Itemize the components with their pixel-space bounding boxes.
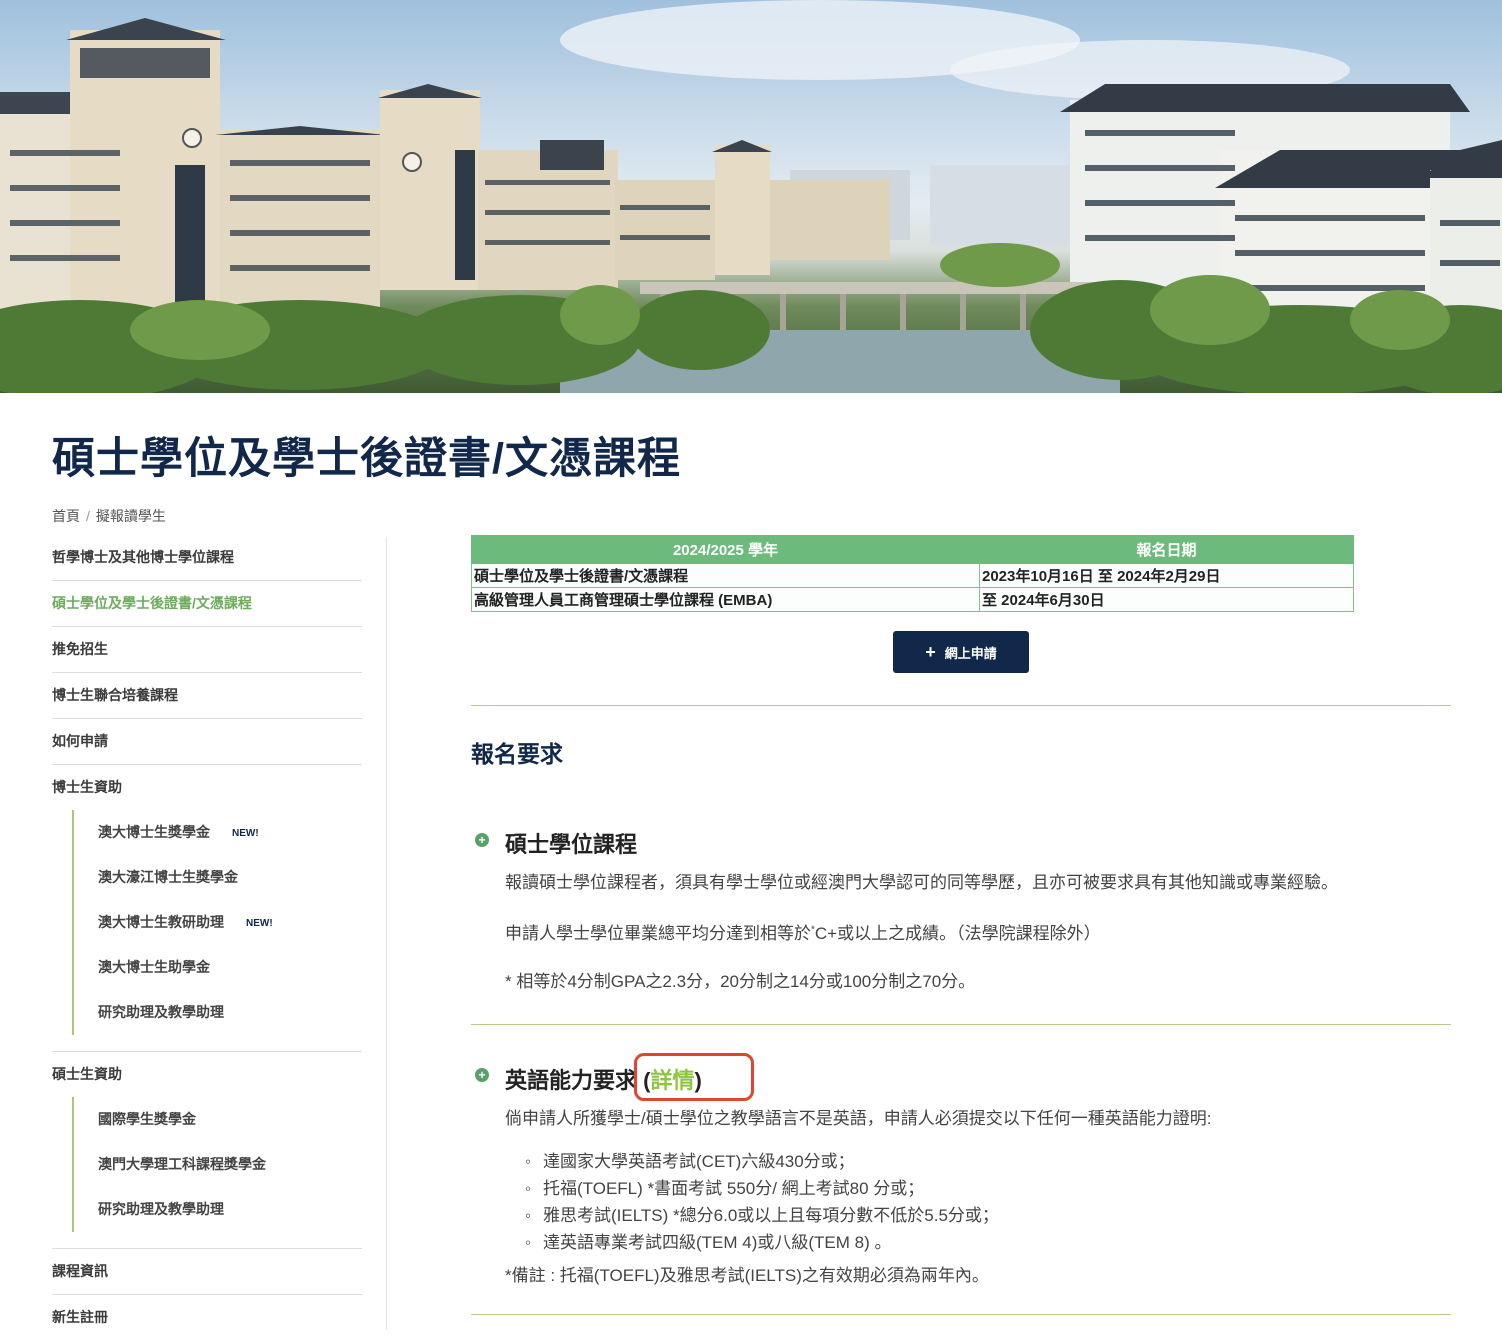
english-requirement-intro: 倘申請人所獲學士/碩士學位之教學語言不是英語，申請人必須提交以下任何一種英語能力… xyxy=(505,1109,1212,1128)
table-header-dates: 報名日期 xyxy=(979,535,1354,564)
list-item: 雅思考試(IELTS) *總分6.0或以上且每項分數不低於5.5分或； xyxy=(525,1202,999,1229)
sidebar-divider xyxy=(386,537,387,1330)
sidebar-item-phd-programs[interactable]: 哲學博士及其他博士學位課程 xyxy=(52,535,362,581)
sidebar-subitem-phd-scholarship[interactable]: 澳大博士生獎學金 NEW! xyxy=(98,810,362,855)
application-dates-table: 2024/2025 學年 報名日期 碩士學位及學士後證書/文憑課程 2023年1… xyxy=(471,535,1354,612)
page-title: 碩士學位及學士後證書/文憑課程 xyxy=(52,435,681,483)
list-item: 托福(TOEFL) *書面考試 550分/ 網上考試80 分或； xyxy=(525,1175,999,1202)
sidebar-subitem-macao-phd-scholarship[interactable]: 澳大濠江博士生獎學金 xyxy=(98,855,362,900)
list-item: 達國家大學英語考試(CET)六級430分或； xyxy=(525,1148,999,1175)
master-requirement-title: 碩士學位課程 xyxy=(505,832,638,857)
main-content: 2024/2025 學年 報名日期 碩士學位及學士後證書/文憑課程 2023年1… xyxy=(471,535,1451,1315)
sidebar-item-master-funding[interactable]: 碩士生資助 xyxy=(52,1052,362,1097)
requirements-heading: 報名要求 xyxy=(471,741,563,767)
new-badge: NEW! xyxy=(246,918,273,929)
campus-illustration xyxy=(0,0,1502,393)
online-apply-button[interactable]: + 網上申請 xyxy=(893,631,1029,673)
sidebar-nav: 哲學博士及其他博士學位課程 碩士學位及學士後證書/文憑課程 推免招生 博士生聯合… xyxy=(52,535,362,1340)
gpa-footnote: * 相等於4分制GPA之2.3分，20分制之14分或100分制之70分。 xyxy=(505,972,976,991)
new-badge: NEW! xyxy=(232,828,259,839)
table-header-row: 2024/2025 學年 報名日期 xyxy=(471,535,1354,564)
master-requirement-text-2: 申請人學士學位畢業總平均分達到相等於*C+或以上之成績。（法學院課程除外） xyxy=(505,919,1101,944)
table-cell-date: 至 2024年6月30日 xyxy=(979,587,1354,612)
sidebar-subitem-stem-scholarship[interactable]: 澳門大學理工科課程獎學金 xyxy=(98,1142,362,1187)
hero-banner xyxy=(0,0,1502,393)
table-header-year: 2024/2025 學年 xyxy=(471,535,980,564)
sidebar-subitem-international-scholarship[interactable]: 國際學生獎學金 xyxy=(98,1097,362,1142)
sidebar-subitem-phd-research-assistant[interactable]: 澳大博士生教研助理 NEW! xyxy=(98,900,362,945)
english-validity-note: *備註 : 托福(TOEFL)及雅思考試(IELTS)之有效期必須為兩年內。 xyxy=(505,1266,989,1285)
breadcrumb-separator: / xyxy=(86,508,90,524)
master-funding-submenu: 國際學生獎學金 澳門大學理工科課程獎學金 研究助理及教學助理 xyxy=(52,1097,362,1232)
sidebar-subitem-master-ra-ta[interactable]: 研究助理及教學助理 xyxy=(98,1187,362,1232)
section-divider xyxy=(471,705,1451,706)
sidebar-subitem-phd-grant[interactable]: 澳大博士生助學金 xyxy=(98,945,362,990)
sidebar-item-master-programs[interactable]: 碩士學位及學士後證書/文憑課程 xyxy=(52,581,362,627)
subitem-label: 研究助理及教學助理 xyxy=(98,1004,224,1020)
breadcrumb-home[interactable]: 首頁 xyxy=(52,508,80,524)
sidebar-item-recommended-admission[interactable]: 推免招生 xyxy=(52,627,362,673)
expand-plus-icon[interactable]: + xyxy=(475,1068,489,1082)
sidebar-item-registration[interactable]: 新生註冊 xyxy=(52,1295,362,1340)
gpa-text-before: 申請人學士學位畢業總平均分達到相等於 xyxy=(505,924,811,943)
breadcrumb: 首頁 / 擬報讀學生 xyxy=(52,506,166,526)
master-requirement-text-1: 報讀碩士學位課程者，須具有學士學位或經澳門大學認可的同等學歷，且亦可被要求具有其… xyxy=(505,873,1338,892)
subitem-label: 澳大博士生助學金 xyxy=(98,959,210,975)
subitem-label: 澳大濠江博士生獎學金 xyxy=(98,869,238,885)
english-test-list: 達國家大學英語考試(CET)六級430分或； 托福(TOEFL) *書面考試 5… xyxy=(505,1148,999,1256)
details-highlight-box xyxy=(634,1053,754,1101)
table-cell-program: 高級管理人員工商管理碩士學位課程 (EMBA) xyxy=(471,587,980,612)
sidebar-subitem-ra-ta[interactable]: 研究助理及教學助理 xyxy=(98,990,362,1035)
plus-icon: + xyxy=(925,642,936,662)
english-title-text: 英語能力要求 xyxy=(505,1068,638,1093)
subitem-label: 澳大博士生教研助理 xyxy=(98,914,224,930)
section-divider xyxy=(471,1314,1451,1315)
sidebar-item-how-to-apply[interactable]: 如何申請 xyxy=(52,719,362,765)
subitem-label: 澳大博士生獎學金 xyxy=(98,824,210,840)
sidebar-item-course-info[interactable]: 課程資訊 xyxy=(52,1249,362,1295)
table-cell-date: 2023年10月16日 至 2024年2月29日 xyxy=(979,563,1354,588)
section-divider xyxy=(471,1024,1451,1025)
online-apply-label: 網上申請 xyxy=(944,645,997,661)
list-item: 達英語專業考試四級(TEM 4)或八級(TEM 8) 。 xyxy=(525,1229,999,1256)
breadcrumb-current[interactable]: 擬報讀學生 xyxy=(96,508,166,524)
table-row: 碩士學位及學士後證書/文憑課程 2023年10月16日 至 2024年2月29日 xyxy=(471,563,1354,588)
expand-plus-icon[interactable]: + xyxy=(475,833,489,847)
sidebar-item-joint-phd[interactable]: 博士生聯合培養課程 xyxy=(52,673,362,719)
table-row: 高級管理人員工商管理碩士學位課程 (EMBA) 至 2024年6月30日 xyxy=(471,587,1354,612)
gpa-text-after: C+或以上之成績。（法學院課程除外） xyxy=(814,924,1101,943)
sidebar-item-phd-funding[interactable]: 博士生資助 xyxy=(52,765,362,810)
table-cell-program: 碩士學位及學士後證書/文憑課程 xyxy=(471,563,980,588)
phd-funding-submenu: 澳大博士生獎學金 NEW! 澳大濠江博士生獎學金 澳大博士生教研助理 NEW! 澳大… xyxy=(52,810,362,1035)
